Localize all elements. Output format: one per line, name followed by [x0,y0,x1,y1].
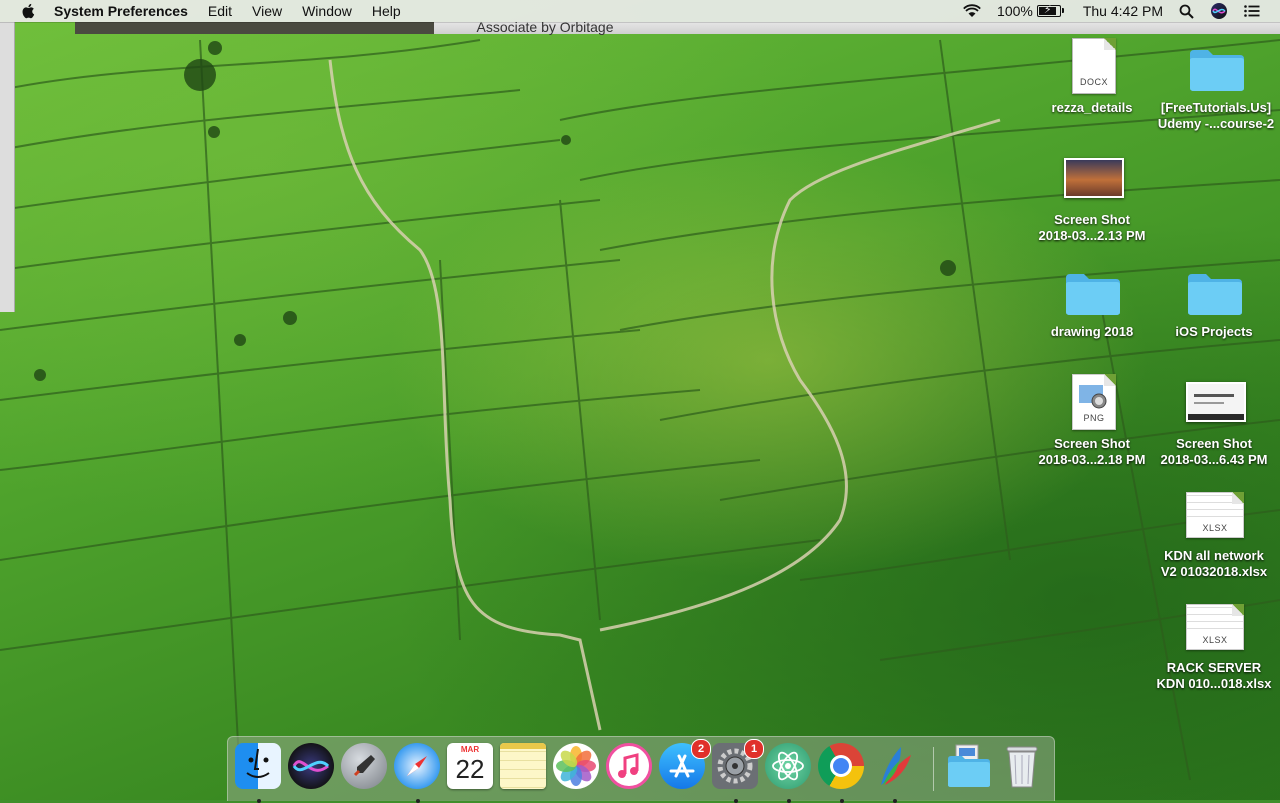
folder-icon [1060,258,1124,322]
background-window-strip [75,22,435,34]
dock: MAR 22 2 1 [227,736,1055,803]
desktop-icon-label-line2: 2018-03...2.18 PM [1038,452,1146,467]
battery-icon: ⚡ [1036,4,1064,17]
notification-badge: 2 [691,739,711,759]
calendar-day: 22 [455,754,485,784]
desktop-icon-screenshot-643[interactable]: Screen Shot 2018-03...6.43 PM [1152,370,1276,468]
downloads-folder-icon [946,743,992,789]
trash-icon [999,743,1045,789]
dock-feather-app[interactable] [871,743,919,803]
desktop-icon-label: RACK SERVER [1166,660,1262,675]
dock-atom[interactable] [765,743,813,803]
battery-percent: 100% [997,3,1033,19]
chrome-icon [818,743,864,789]
desktop-icon-label: KDN all network [1164,548,1264,563]
desktop-icon-label: Screen Shot [1054,436,1130,451]
desktop-icon-kdn-all-network[interactable]: XLSX KDN all network V2 01032018.xlsx [1152,482,1276,580]
launchpad-icon [341,743,387,789]
desktop-icon-label-line2: 2018-03...2.13 PM [1038,228,1146,243]
spotlight-search-icon[interactable] [1171,0,1202,22]
itunes-icon [606,743,652,789]
clock[interactable]: Thu 4:42 PM [1075,0,1171,22]
dock-finder[interactable] [235,743,283,803]
photos-icon [553,743,599,789]
feather-icon [871,743,917,789]
menu-app-name[interactable]: System Preferences [54,0,198,22]
siri-menu-icon[interactable] [1202,0,1236,22]
menu-help[interactable]: Help [362,0,411,22]
desktop-icon-label-line2: Udemy -...course-2 [1157,116,1275,131]
file-type-tag: PNG [1083,413,1105,423]
dock-safari[interactable] [394,743,442,803]
notification-badge: 1 [744,739,764,759]
dock-siri[interactable] [288,743,336,791]
file-type-tag: XLSX [1187,523,1243,533]
desktop-icon-freetutorials-folder[interactable]: [FreeTutorials.Us] Udemy -...course-2 [1154,34,1278,132]
xlsx-file-icon: XLSX [1182,594,1246,658]
dock-calendar[interactable]: MAR 22 [447,743,495,791]
desktop-icon-label-line2: 2018-03...6.43 PM [1160,452,1268,467]
desktop-icon-ios-projects[interactable]: iOS Projects [1152,258,1276,340]
desktop-icon-label-line2: KDN 010...018.xlsx [1156,676,1272,691]
desktop-icon-drawing-2018[interactable]: drawing 2018 [1030,258,1154,340]
desktop-icon-label: iOS Projects [1175,324,1253,339]
menu-bar: System Preferences Edit View Window Help… [0,0,1280,22]
notification-center-icon[interactable] [1236,0,1268,22]
file-type-tag: XLSX [1187,635,1243,645]
screenshot-thumbnail-icon [1060,146,1124,210]
desktop-icon-label: Screen Shot [1176,436,1252,451]
xlsx-file-icon: XLSX [1182,482,1246,546]
dock-system-preferences[interactable]: 1 [712,739,764,803]
dock-chrome[interactable] [818,743,866,803]
dock-notes[interactable] [500,743,548,791]
desktop-icon-label: drawing 2018 [1050,324,1134,339]
siri-icon [288,743,334,789]
atom-icon [765,743,811,789]
desktop-icon-screenshot-218[interactable]: PNG Screen Shot 2018-03...2.18 PM [1030,370,1154,468]
safari-icon [394,743,440,789]
menu-edit[interactable]: Edit [198,0,242,22]
dock-trash[interactable] [999,743,1047,791]
menu-view[interactable]: View [242,0,292,22]
finder-icon [235,743,281,789]
notes-icon [500,743,546,789]
docx-file-icon: DOCX [1060,34,1124,98]
desktop-icon-rack-server[interactable]: XLSX RACK SERVER KDN 010...018.xlsx [1152,594,1276,692]
background-window-edge [0,22,15,312]
desktop-icon-label-line2: V2 01032018.xlsx [1160,564,1268,579]
desktop-icon-label: [FreeTutorials.Us] [1160,100,1272,115]
calendar-icon: MAR 22 [447,743,493,789]
dock-app-store[interactable]: 2 [659,739,711,791]
apple-menu-icon[interactable] [20,2,38,20]
dock-downloads-folder[interactable] [946,743,994,791]
png-file-icon: PNG [1060,370,1124,434]
wifi-icon[interactable] [955,0,989,22]
desktop-icon-label: Screen Shot [1054,212,1130,227]
file-type-tag: DOCX [1079,77,1108,87]
desktop-icon-screenshot-213[interactable]: Screen Shot 2018-03...2.13 PM [1030,146,1154,244]
screenshot-thumbnail-icon [1182,370,1246,434]
dock-photos[interactable] [553,743,601,791]
folder-icon [1184,34,1248,98]
background-window-titlebar[interactable]: Associate by Orbitage [434,20,1280,34]
calendar-month: MAR [460,745,480,754]
battery-status[interactable]: 100% ⚡ [989,0,1069,22]
dock-launchpad[interactable] [341,743,389,791]
desktop-icon-rezza-details[interactable]: DOCX rezza_details [1030,34,1154,116]
folder-icon [1182,258,1246,322]
dock-itunes[interactable] [606,743,654,791]
menu-window[interactable]: Window [292,0,362,22]
dock-separator [933,747,934,791]
desktop-icon-label: rezza_details [1051,100,1133,115]
